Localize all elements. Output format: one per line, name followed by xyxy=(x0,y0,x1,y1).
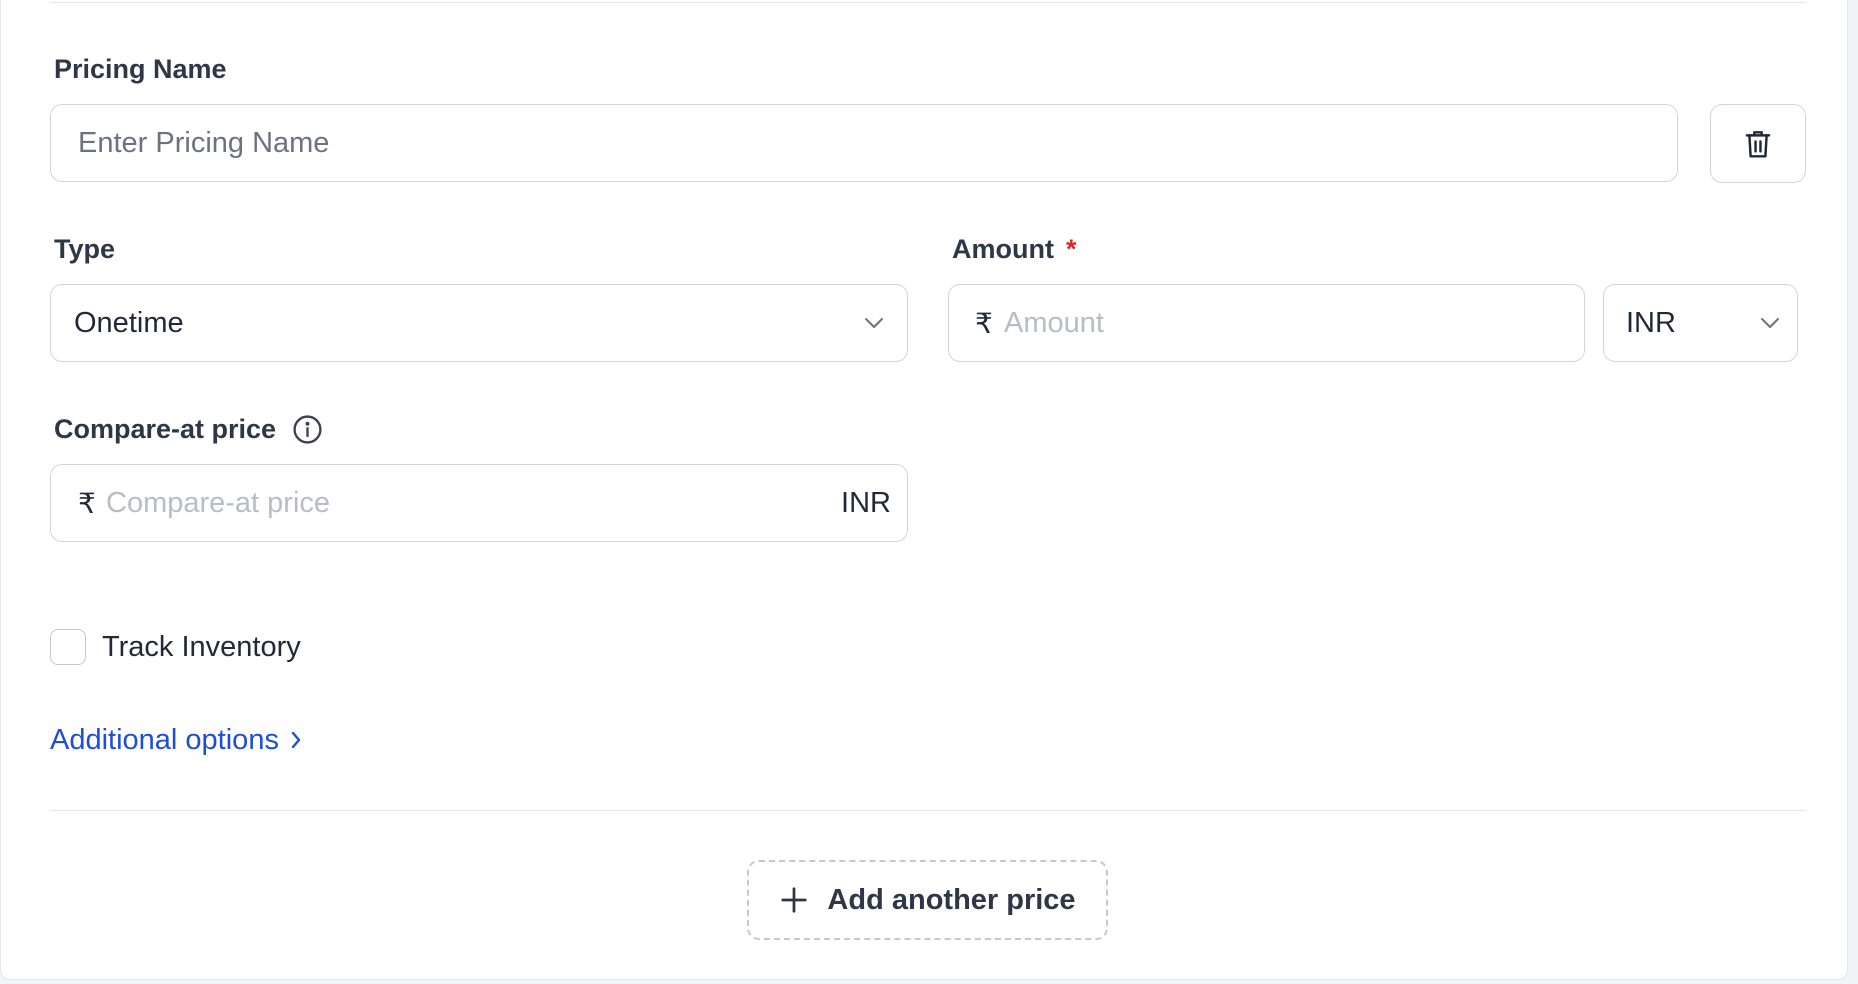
top-divider xyxy=(50,2,1806,3)
amount-label: Amount * xyxy=(952,233,1077,265)
track-inventory-checkbox[interactable] xyxy=(50,629,86,665)
chevron-down-icon xyxy=(865,318,883,328)
amount-field[interactable]: ₹ xyxy=(948,284,1585,362)
plus-icon xyxy=(781,887,808,913)
pricing-name-input[interactable] xyxy=(78,105,1638,181)
rupee-symbol: ₹ xyxy=(975,307,993,339)
compare-at-label-text: Compare-at price xyxy=(54,414,277,444)
bottom-divider xyxy=(50,810,1806,811)
trash-icon xyxy=(1745,130,1771,158)
track-inventory-label[interactable]: Track Inventory xyxy=(102,629,301,665)
pricing-name-field[interactable] xyxy=(50,104,1678,182)
delete-pricing-button[interactable] xyxy=(1710,104,1806,183)
additional-options-label: Additional options xyxy=(50,724,279,756)
pricing-name-label: Pricing Name xyxy=(54,54,227,84)
compare-at-field[interactable]: ₹ INR xyxy=(50,464,908,542)
chevron-right-icon xyxy=(291,731,301,749)
add-another-price-label: Add another price xyxy=(827,883,1076,916)
additional-options-link[interactable]: Additional options xyxy=(50,722,303,758)
currency-select[interactable]: INR xyxy=(1603,284,1798,362)
currency-selected-value: INR xyxy=(1626,306,1676,339)
rupee-symbol: ₹ xyxy=(78,487,96,519)
type-select[interactable]: Onetime xyxy=(50,284,908,362)
compare-at-label: Compare-at price xyxy=(54,413,323,445)
required-mark: * xyxy=(1065,234,1077,264)
chevron-down-icon xyxy=(1761,318,1779,328)
add-another-price-button[interactable]: Add another price xyxy=(747,860,1108,940)
info-icon[interactable] xyxy=(292,414,323,445)
type-label: Type xyxy=(54,234,116,264)
type-selected-value: Onetime xyxy=(74,306,184,339)
amount-input[interactable] xyxy=(1004,285,1564,361)
amount-label-text: Amount xyxy=(952,234,1054,264)
compare-at-input[interactable] xyxy=(106,465,806,541)
compare-at-currency: INR xyxy=(841,486,891,519)
